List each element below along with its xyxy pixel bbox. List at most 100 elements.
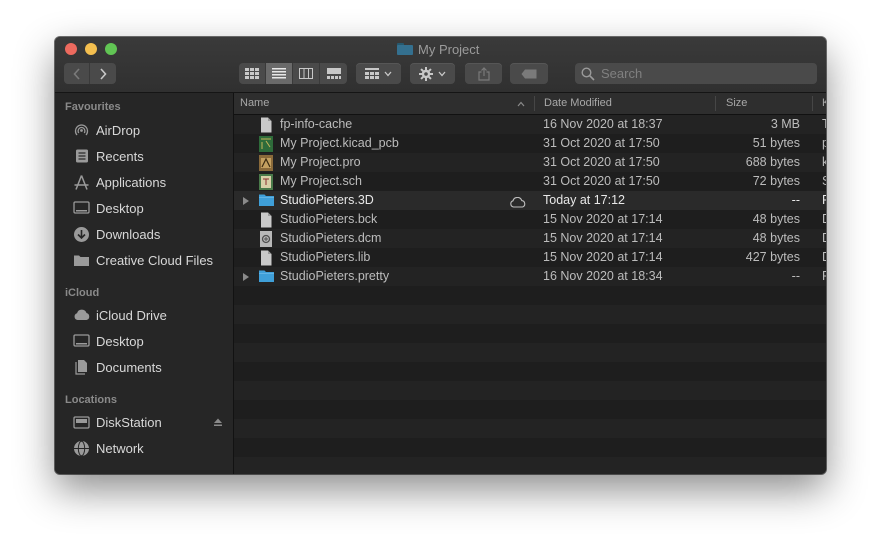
group-button[interactable] bbox=[356, 63, 401, 84]
sidebar-item-icloud-desktop[interactable]: Desktop bbox=[72, 330, 228, 352]
folder-icon bbox=[258, 269, 274, 285]
eject-icon[interactable] bbox=[213, 415, 223, 430]
file-kind: k bbox=[822, 155, 826, 169]
date-modified: 31 Oct 2020 at 17:50 bbox=[543, 174, 660, 188]
row-stripe bbox=[234, 400, 826, 419]
file-size: 427 bytes bbox=[745, 250, 800, 264]
downloads-icon bbox=[72, 226, 91, 242]
kicad-pcb-icon bbox=[258, 136, 274, 152]
file-row[interactable]: My Project.sch 31 Oct 2020 at 17:50 72 byt… bbox=[234, 172, 826, 191]
tag-button[interactable] bbox=[510, 63, 548, 84]
date-modified: Today at 17:12 bbox=[543, 193, 626, 207]
search-input[interactable] bbox=[599, 65, 813, 82]
chevron-right-icon bbox=[100, 67, 107, 80]
file-row[interactable]: StudioPieters.dcm 15 Nov 2020 at 17:14 48 … bbox=[234, 229, 826, 248]
sidebar-item-label: Recents bbox=[96, 148, 144, 164]
file-row[interactable]: fp-info-cache 16 Nov 2020 at 18:37 3 MB T bbox=[234, 115, 826, 134]
sidebar-item-network[interactable]: Network bbox=[72, 437, 228, 459]
sidebar-item-desktop[interactable]: Desktop bbox=[72, 197, 228, 219]
forward-button[interactable] bbox=[90, 63, 116, 84]
file-kind: F bbox=[822, 193, 826, 207]
close-button[interactable] bbox=[65, 43, 77, 55]
document-icon bbox=[258, 250, 274, 266]
section-favourites: Favourites bbox=[65, 101, 121, 113]
sidebar-item-applications[interactable]: Applications bbox=[72, 171, 228, 193]
file-kind: D bbox=[822, 248, 826, 267]
file-row[interactable]: StudioPieters.lib 15 Nov 2020 at 17:14 427… bbox=[234, 248, 826, 267]
date-modified: 15 Nov 2020 at 17:14 bbox=[543, 231, 663, 245]
grid-icon bbox=[365, 68, 379, 79]
sidebar-item-recents[interactable]: Recents bbox=[72, 145, 228, 167]
sidebar-item-label: Creative Cloud Files bbox=[96, 252, 214, 268]
section-locations: Locations bbox=[65, 394, 117, 406]
row-stripe bbox=[234, 343, 826, 362]
action-button[interactable] bbox=[410, 63, 455, 84]
file-kind: D bbox=[822, 229, 826, 248]
sidebar-item-label: Applications bbox=[96, 174, 167, 190]
dcm-icon bbox=[258, 231, 274, 247]
file-list: Name Date Modified Size K fp-info-cache 1… bbox=[234, 93, 826, 474]
file-size: 72 bytes bbox=[752, 174, 800, 188]
sidebar-item-creative-cloud-files[interactable]: Creative Cloud Files bbox=[72, 249, 228, 271]
column-header: Name Date Modified Size K bbox=[234, 93, 826, 115]
column-date-modified[interactable]: Date Modified bbox=[544, 93, 612, 114]
icloud-icon bbox=[72, 307, 91, 323]
sidebar-item-label: iCloud Drive bbox=[96, 307, 167, 323]
sidebar-item-downloads[interactable]: Downloads bbox=[72, 223, 228, 245]
column-size[interactable]: Size bbox=[726, 93, 747, 114]
file-row[interactable]: My Project.pro 31 Oct 2020 at 17:50 688 by… bbox=[234, 153, 826, 172]
view-mode-control bbox=[239, 63, 347, 84]
column-view-button[interactable] bbox=[293, 63, 320, 84]
row-stripe bbox=[234, 286, 826, 305]
gallery-view-button[interactable] bbox=[320, 63, 347, 84]
file-size: 48 bytes bbox=[752, 212, 800, 226]
file-row[interactable]: My Project.kicad_pcb 31 Oct 2020 at 17:50… bbox=[234, 134, 826, 153]
date-modified: 15 Nov 2020 at 17:14 bbox=[543, 250, 663, 264]
column-name[interactable]: Name bbox=[240, 93, 269, 114]
icon-view-icon bbox=[245, 68, 259, 79]
chevron-down-icon bbox=[384, 71, 392, 76]
nav-buttons bbox=[64, 63, 116, 84]
search-field[interactable] bbox=[575, 63, 817, 84]
sidebar-item-documents[interactable]: Documents bbox=[72, 356, 228, 378]
sidebar-item-icloud-drive[interactable]: iCloud Drive bbox=[72, 304, 228, 326]
file-kind: F bbox=[822, 269, 826, 283]
sidebar-item-airdrop[interactable]: AirDrop bbox=[72, 119, 228, 141]
document-icon bbox=[258, 117, 274, 133]
date-modified: 16 Nov 2020 at 18:34 bbox=[543, 269, 663, 283]
sidebar-item-diskstation[interactable]: DiskStation bbox=[72, 411, 228, 433]
minimize-button[interactable] bbox=[85, 43, 97, 55]
column-kind[interactable]: K bbox=[822, 93, 826, 114]
applications-icon bbox=[72, 174, 91, 190]
gear-icon bbox=[419, 66, 433, 81]
sidebar-item-label: Desktop bbox=[96, 333, 144, 349]
share-button[interactable] bbox=[465, 63, 502, 84]
row-stripe bbox=[234, 305, 826, 324]
icon-view-button[interactable] bbox=[239, 63, 266, 84]
list-view-button[interactable] bbox=[266, 63, 293, 84]
file-size: 48 bytes bbox=[752, 231, 800, 245]
file-name: StudioPieters.pretty bbox=[280, 269, 390, 283]
sidebar: Favourites AirDrop Recents Applications … bbox=[55, 93, 234, 474]
disclosure-triangle-icon[interactable] bbox=[243, 197, 249, 205]
row-stripe bbox=[234, 381, 826, 400]
file-size: -- bbox=[791, 269, 800, 283]
document-icon bbox=[258, 212, 274, 228]
file-kind: p bbox=[822, 136, 826, 150]
zoom-button[interactable] bbox=[105, 43, 117, 55]
nas-icon bbox=[72, 414, 91, 430]
file-row[interactable]: StudioPieters.bck 15 Nov 2020 at 17:14 48 … bbox=[234, 210, 826, 229]
date-modified: 15 Nov 2020 at 17:14 bbox=[543, 212, 663, 226]
file-row[interactable]: StudioPieters.pretty 16 Nov 2020 at 18:34… bbox=[234, 267, 826, 286]
icloud-status-icon[interactable] bbox=[509, 195, 527, 208]
documents-icon bbox=[72, 359, 91, 375]
file-size: -- bbox=[791, 193, 800, 207]
list-view-icon bbox=[272, 68, 286, 79]
finder-window: My Project Search Favourites AirDrop Rec… bbox=[55, 37, 826, 474]
disclosure-triangle-icon[interactable] bbox=[243, 273, 249, 281]
back-button[interactable] bbox=[64, 63, 90, 84]
date-modified: 31 Oct 2020 at 17:50 bbox=[543, 136, 660, 150]
file-row[interactable]: StudioPieters.3D Today at 17:12 -- F bbox=[234, 191, 826, 210]
file-name: My Project.pro bbox=[280, 155, 361, 169]
row-stripe bbox=[234, 438, 826, 457]
